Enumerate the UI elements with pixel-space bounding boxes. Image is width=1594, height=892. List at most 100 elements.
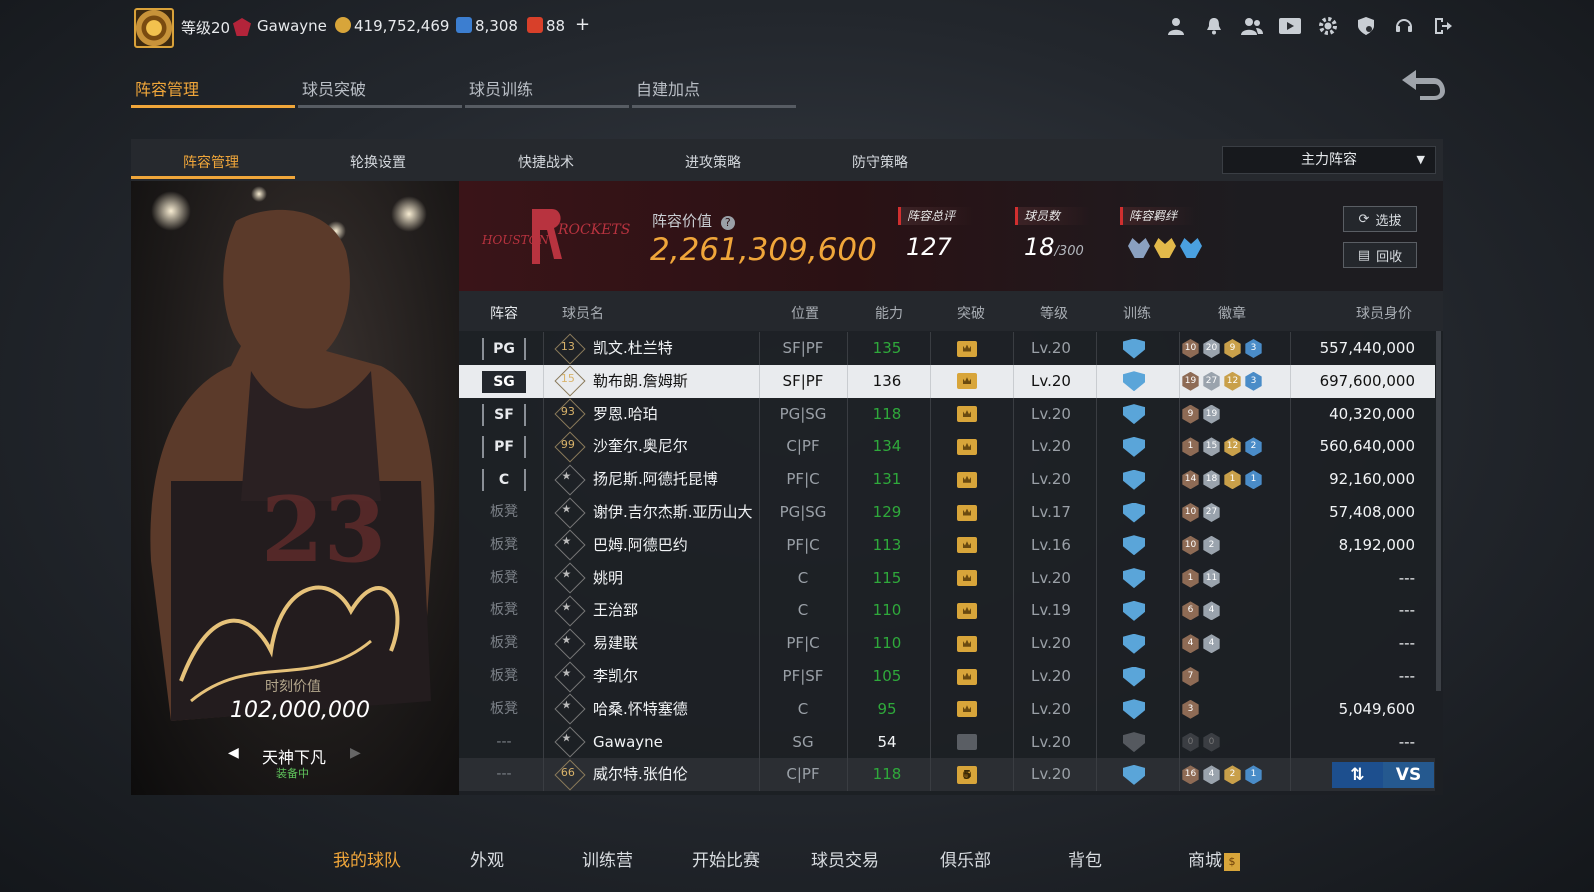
breakthrough-cell[interactable] xyxy=(925,430,1009,463)
bond-icon-3[interactable] xyxy=(1180,238,1202,258)
table-row[interactable]: 板凳 ★ 姚明 C 115 Lv.20 1 11 --- xyxy=(459,561,1435,595)
col-header-level[interactable]: 等级 xyxy=(1024,303,1084,323)
training-cell[interactable] xyxy=(1092,594,1176,627)
badge-list[interactable]: 19 27 12 3 xyxy=(1181,371,1263,391)
table-row[interactable]: 板凳 ★ 哈桑.怀特塞德 C 95 Lv.20 3 5,049,600 xyxy=(459,692,1435,726)
player-name-cell[interactable]: ★ 易建联 xyxy=(554,627,759,660)
recycle-button[interactable]: ▤ 回收 xyxy=(1343,242,1417,268)
breakthrough-cell[interactable] xyxy=(925,562,1009,595)
lineup-slot[interactable]: 板凳 xyxy=(459,529,549,562)
table-row[interactable]: SF 93 罗恩.哈珀 PG|SG 118 Lv.20 9 19 40,320,000 xyxy=(459,397,1435,431)
player-name-cell[interactable]: 13 凯文.杜兰特 xyxy=(554,332,759,365)
badge-list[interactable]: 9 19 xyxy=(1181,404,1221,424)
badge-list[interactable]: 3 xyxy=(1181,699,1200,719)
col-header-training[interactable]: 训练 xyxy=(1107,303,1167,323)
nav-my-team[interactable]: 我的球队 xyxy=(333,846,401,871)
table-row[interactable]: C ★ 扬尼斯.阿德托昆博 PF|C 131 Lv.20 14 18 1 1 92,160,000 xyxy=(459,463,1435,497)
headset-icon[interactable] xyxy=(1392,14,1416,38)
badge-list[interactable]: 00 xyxy=(1181,732,1221,752)
lineup-slot[interactable]: C xyxy=(459,463,549,496)
breakthrough-cell[interactable] xyxy=(925,594,1009,627)
card-prev-arrow-icon[interactable]: ◀ xyxy=(228,745,239,761)
breakthrough-cell[interactable] xyxy=(925,693,1009,726)
breakthrough-cell[interactable] xyxy=(925,726,1009,759)
training-cell[interactable] xyxy=(1092,365,1176,398)
training-cell[interactable] xyxy=(1092,726,1176,759)
breakthrough-cell[interactable] xyxy=(925,332,1009,365)
col-header-breakthrough[interactable]: 突破 xyxy=(941,303,1001,323)
col-header-badges[interactable]: 徽章 xyxy=(1202,303,1262,323)
shield-settings-icon[interactable] xyxy=(1354,14,1378,38)
swap-compare-button[interactable]: ⇅ VS xyxy=(1332,762,1434,788)
badge-list[interactable]: 64 xyxy=(1181,601,1221,621)
training-cell[interactable] xyxy=(1092,430,1176,463)
tab-player-training[interactable]: 球员训练 xyxy=(465,76,629,108)
badge-list[interactable]: 44 xyxy=(1181,634,1221,654)
player-name-cell[interactable]: ★ 姚明 xyxy=(554,562,759,595)
training-cell[interactable] xyxy=(1092,562,1176,595)
subtab-offense-strategy[interactable]: 进攻策略 xyxy=(633,152,793,172)
table-row[interactable]: 板凳 ★ 王治郅 C 110 Lv.19 6 4 --- xyxy=(459,594,1435,628)
lineup-slot[interactable]: 板凳 xyxy=(459,594,549,627)
help-icon[interactable]: ? xyxy=(720,216,735,230)
bond-icons[interactable] xyxy=(1128,238,1202,258)
table-scrollbar[interactable] xyxy=(1436,331,1441,691)
badge-list[interactable]: 10 20 9 3 xyxy=(1181,339,1263,358)
breakthrough-cell[interactable] xyxy=(925,398,1009,431)
tab-lineup-management[interactable]: 阵容管理 xyxy=(131,76,295,108)
nav-start-game[interactable]: 开始比赛 xyxy=(692,846,760,871)
breakthrough-cell[interactable] xyxy=(925,529,1009,562)
vs-button[interactable]: VS xyxy=(1383,762,1434,788)
nav-appearance[interactable]: 外观 xyxy=(470,846,504,871)
badge-list[interactable]: 1 11 xyxy=(1181,568,1221,588)
lineup-dropdown[interactable]: 主力阵容 ▼ xyxy=(1222,146,1436,174)
player-name-cell[interactable]: 93 罗恩.哈珀 xyxy=(554,398,759,431)
player-name-cell[interactable]: ★ 王治郅 xyxy=(554,594,759,627)
video-icon[interactable] xyxy=(1278,14,1302,38)
col-header-name[interactable]: 球员名 xyxy=(560,303,606,323)
breakthrough-cell[interactable] xyxy=(925,627,1009,660)
profile-icon[interactable] xyxy=(1164,14,1188,38)
col-header-position[interactable]: 位置 xyxy=(775,303,835,323)
training-cell[interactable] xyxy=(1092,627,1176,660)
player-name-cell[interactable]: ★ 哈桑.怀特塞德 xyxy=(554,693,759,726)
breakthrough-cell[interactable]: 5 xyxy=(925,758,1009,791)
nav-training-camp[interactable]: 训练营 xyxy=(582,846,633,871)
table-row[interactable]: 板凳 ★ 巴姆.阿德巴约 PF|C 113 Lv.16 10 2 8,192,000 xyxy=(459,528,1435,562)
player-name-cell[interactable]: 66 威尔特.张伯伦 xyxy=(554,758,759,791)
nav-player-trade[interactable]: 球员交易 xyxy=(811,846,879,871)
training-cell[interactable] xyxy=(1092,660,1176,693)
subtab-quick-tactics[interactable]: 快捷战术 xyxy=(466,152,626,172)
player-name-cell[interactable]: ★ Gawayne xyxy=(554,726,759,759)
player-name-cell[interactable]: ★ 李凯尔 xyxy=(554,660,759,693)
lineup-slot[interactable]: 板凳 xyxy=(459,562,549,595)
tab-player-breakthrough[interactable]: 球员突破 xyxy=(298,76,462,108)
breakthrough-cell[interactable] xyxy=(925,660,1009,693)
lineup-slot[interactable]: --- xyxy=(459,758,549,791)
lineup-slot[interactable]: --- xyxy=(459,726,549,759)
badge-list[interactable]: 14 18 1 1 xyxy=(1181,470,1263,490)
table-row[interactable]: SG 15 勒布朗.詹姆斯 SF|PF 136 Lv.20 19 27 12 3 697,600,0… xyxy=(459,364,1435,398)
table-row[interactable]: PG 13 凯文.杜兰特 SF|PF 135 Lv.20 10 20 9 3 557,440,000 xyxy=(459,332,1435,365)
breakthrough-cell[interactable] xyxy=(925,496,1009,529)
training-cell[interactable] xyxy=(1092,332,1176,365)
table-row[interactable]: 板凳 ★ 李凯尔 PF|SF 105 Lv.20 7 --- xyxy=(459,660,1435,693)
gear-icon[interactable] xyxy=(1316,14,1340,38)
breakthrough-cell[interactable] xyxy=(925,463,1009,496)
training-cell[interactable] xyxy=(1092,463,1176,496)
bond-icon-1[interactable] xyxy=(1128,238,1150,258)
training-cell[interactable] xyxy=(1092,758,1176,791)
subtab-lineup[interactable]: 阵容管理 xyxy=(131,152,291,172)
table-row[interactable]: --- ★ Gawayne SG 54 Lv.20 0 0 --- xyxy=(459,725,1435,759)
badge-list[interactable]: 16 4 2 1 xyxy=(1181,765,1263,785)
player-name-cell[interactable]: ★ 巴姆.阿德巴约 xyxy=(554,529,759,562)
back-arrow-icon[interactable] xyxy=(1400,66,1446,100)
card-next-arrow-icon[interactable]: ▶ xyxy=(350,745,361,761)
table-row[interactable]: 板凳 ★ 易建联 PF|C 110 Lv.20 4 4 --- xyxy=(459,627,1435,661)
friends-icon[interactable] xyxy=(1240,14,1264,38)
player-name-cell[interactable]: 15 勒布朗.詹姆斯 xyxy=(554,365,759,398)
nav-shop[interactable]: 商城 $ xyxy=(1188,846,1240,871)
badge-list[interactable]: 10 27 xyxy=(1181,503,1221,522)
lineup-slot[interactable]: 板凳 xyxy=(459,660,549,693)
lineup-slot[interactable]: PG xyxy=(459,332,549,365)
